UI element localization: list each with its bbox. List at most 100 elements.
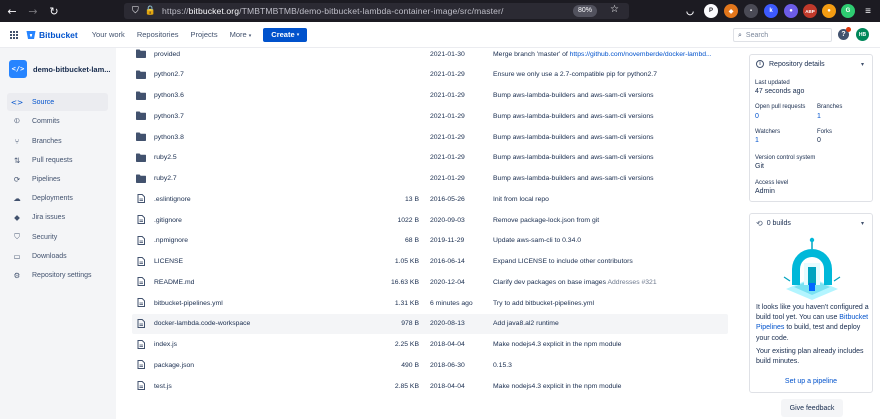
file-date: 2020-12-04 (430, 278, 465, 286)
watchers-value[interactable]: 1 (755, 137, 759, 144)
table-row[interactable]: package.json 490 B 2018-06-30 0.15.3 (132, 355, 728, 375)
table-row[interactable]: python3.8 2021-01-29 Bump aws-lambda-build… (132, 127, 728, 147)
forward-icon[interactable]: → (25, 3, 41, 19)
extension-grey-icon[interactable]: ▪ (744, 4, 758, 18)
access-level-value: Admin (755, 188, 775, 195)
shield-icon[interactable]: ⛉ (132, 6, 139, 16)
search-input[interactable]: ⌕ Search (733, 28, 832, 42)
file-name[interactable]: ruby2.7 (154, 175, 177, 182)
builds-header[interactable]: ⟲ 0 builds ▾ (750, 214, 872, 232)
extension-purple-icon[interactable]: ● (784, 4, 798, 18)
grammarly-icon[interactable]: G (841, 4, 855, 18)
nav-your-work[interactable]: Your work (92, 30, 125, 39)
repo-header[interactable]: </> demo-bitbucket-lam... (9, 60, 111, 78)
zoom-badge[interactable]: 80% (572, 5, 597, 17)
builds-panel: ⟲ 0 builds ▾ It looks like you haven't c… (749, 213, 873, 393)
extension-orange-icon[interactable]: ● (822, 4, 836, 18)
pocket-icon[interactable]: ◡ (683, 4, 697, 18)
nav-projects[interactable]: Projects (191, 30, 218, 39)
file-name[interactable]: python3.8 (154, 134, 184, 141)
lock-icon[interactable]: 🔒 (145, 6, 156, 16)
sidebar-item-branches[interactable]: ⑂ Branches (7, 132, 108, 150)
table-row[interactable]: README.md 16.63 KB 2020-12-04 Clarify dev p… (132, 272, 728, 292)
table-row[interactable]: index.js 2.25 KB 2018-04-04 Make nodejs4.3 … (132, 335, 728, 355)
branches-value[interactable]: 1 (817, 113, 821, 120)
file-name[interactable]: python3.7 (154, 113, 184, 120)
table-row[interactable]: .gitignore 1022 B 2020-09-03 Remove package… (132, 210, 728, 230)
file-name[interactable]: python3.6 (154, 92, 184, 99)
nav-repositories[interactable]: Repositories (137, 30, 179, 39)
commit-message: Remove package-lock.json from git (493, 216, 600, 224)
commit-message: Add java8.al2 runtime (493, 320, 559, 328)
table-row[interactable]: provided 2021-01-30 Merge branch 'master' … (132, 44, 728, 64)
file-name[interactable]: .npmignore (154, 237, 188, 244)
product-name[interactable]: Bitbucket (39, 30, 78, 40)
file-name[interactable]: bitbucket-pipelines.yml (154, 300, 223, 307)
adblock-icon[interactable]: ABP (803, 4, 817, 18)
chevron-down-icon[interactable]: ▾ (861, 220, 864, 227)
sidebar-item-pull-requests[interactable]: ⇅ Pull requests (7, 151, 108, 169)
table-row[interactable]: bitbucket-pipelines.yml 1.31 KB 6 minutes … (132, 293, 728, 313)
sidebar-item-repository-settings[interactable]: ⚙ Repository settings (7, 266, 108, 284)
table-row[interactable]: LICENSE 1.05 KB 2016-06-14 Expand LICENSE t… (132, 252, 728, 272)
bookmark-star-icon[interactable]: ☆ (610, 4, 619, 15)
extension-k-icon[interactable]: k (764, 4, 778, 18)
file-name[interactable]: test.js (154, 383, 172, 390)
bitbucket-logo-icon[interactable] (26, 30, 36, 40)
table-row[interactable]: test.js 2.85 KB 2018-04-04 Make nodejs4.3 e… (132, 376, 728, 396)
chevron-down-icon[interactable]: ▾ (861, 61, 864, 68)
back-icon[interactable]: ← (4, 3, 20, 19)
file-name[interactable]: python2.7 (154, 71, 184, 78)
table-row[interactable]: .eslintignore 13 B 2016-05-26 Init from loc… (132, 189, 728, 209)
hamburger-menu-icon[interactable]: ≡ (861, 4, 875, 18)
create-button[interactable]: Create ▾ (263, 27, 308, 42)
table-row[interactable]: .npmignore 68 B 2019-11-29 Update aws-sam-c… (132, 231, 728, 251)
setup-pipeline-link[interactable]: Set up a pipeline (750, 378, 872, 385)
table-row[interactable]: python3.6 2021-01-29 Bump aws-lambda-build… (132, 86, 728, 106)
url-text[interactable]: https://bitbucket.org/TMBTMBTMB/demo-bit… (162, 6, 504, 16)
file-name[interactable]: index.js (154, 341, 177, 348)
nav-more[interactable]: More ▾ (230, 30, 252, 39)
file-name[interactable]: provided (154, 51, 180, 58)
file-date: 2020-08-13 (430, 320, 465, 328)
file-name[interactable]: package.json (154, 362, 194, 369)
url-bar[interactable]: ⛉ 🔒 https://bitbucket.org/TMBTMBTMB/demo… (124, 3, 629, 19)
download-icon: ▭ (13, 251, 21, 261)
sidebar-item-downloads[interactable]: ▭ Downloads (7, 247, 108, 265)
file-name[interactable]: .gitignore (154, 217, 182, 224)
sidebar-item-source[interactable]: <> Source (7, 93, 108, 111)
commit-message: Make nodejs4.3 explicit in the npm modul… (493, 382, 622, 390)
table-row[interactable]: docker-lambda.code-workspace 978 B 2020-08… (132, 313, 728, 334)
info-icon: i (756, 60, 764, 68)
repo-name: demo-bitbucket-lam... (33, 64, 111, 74)
table-row[interactable]: python2.7 2021-01-29 Ensure we only use a … (132, 65, 728, 85)
file-name[interactable]: README.md (154, 279, 194, 286)
file-name[interactable]: LICENSE (154, 258, 183, 265)
file-name[interactable]: ruby2.5 (154, 154, 177, 161)
commit-message: Bump aws-lambda-builders and aws-sam-cli… (493, 175, 654, 182)
commit-message-link[interactable]: https://github.com/novemberde/docker-lam… (570, 51, 712, 58)
watchers-label: Watchers (755, 129, 781, 135)
sidebar-item-jira-issues[interactable]: ◆ Jira issues (7, 208, 108, 226)
extension-p-icon[interactable]: P (704, 4, 718, 18)
app-switcher-icon[interactable] (10, 30, 18, 39)
table-row[interactable]: python3.7 2021-01-29 Bump aws-lambda-build… (132, 106, 728, 126)
sidebar-item-deployments[interactable]: ☁ Deployments (7, 189, 108, 207)
file-date: 2020-09-03 (430, 216, 465, 224)
file-size: 16.63 KB (391, 278, 419, 286)
reload-icon[interactable]: ↻ (46, 3, 62, 19)
sidebar-item-commits[interactable]: ⦶ Commits (7, 112, 108, 130)
file-name[interactable]: .eslintignore (154, 196, 191, 203)
file-name[interactable]: docker-lambda.code-workspace (154, 320, 250, 327)
give-feedback-button[interactable]: Give feedback (781, 399, 843, 417)
sidebar-item-pipelines[interactable]: ⟳ Pipelines (7, 170, 108, 188)
repository-details-header[interactable]: i Repository details ▾ (750, 55, 872, 73)
sidebar-item-security[interactable]: ⛉ Security (7, 228, 108, 246)
commit-message: Ensure we only use a 2.7-compatible pip … (493, 71, 657, 79)
user-avatar[interactable]: HB (856, 28, 869, 41)
file-size: 978 B (401, 320, 419, 328)
metamask-icon[interactable]: ◆ (724, 4, 738, 18)
table-row[interactable]: ruby2.5 2021-01-29 Bump aws-lambda-builder… (132, 148, 728, 168)
open-prs-value[interactable]: 0 (755, 113, 759, 120)
table-row[interactable]: ruby2.7 2021-01-29 Bump aws-lambda-builder… (132, 169, 728, 189)
